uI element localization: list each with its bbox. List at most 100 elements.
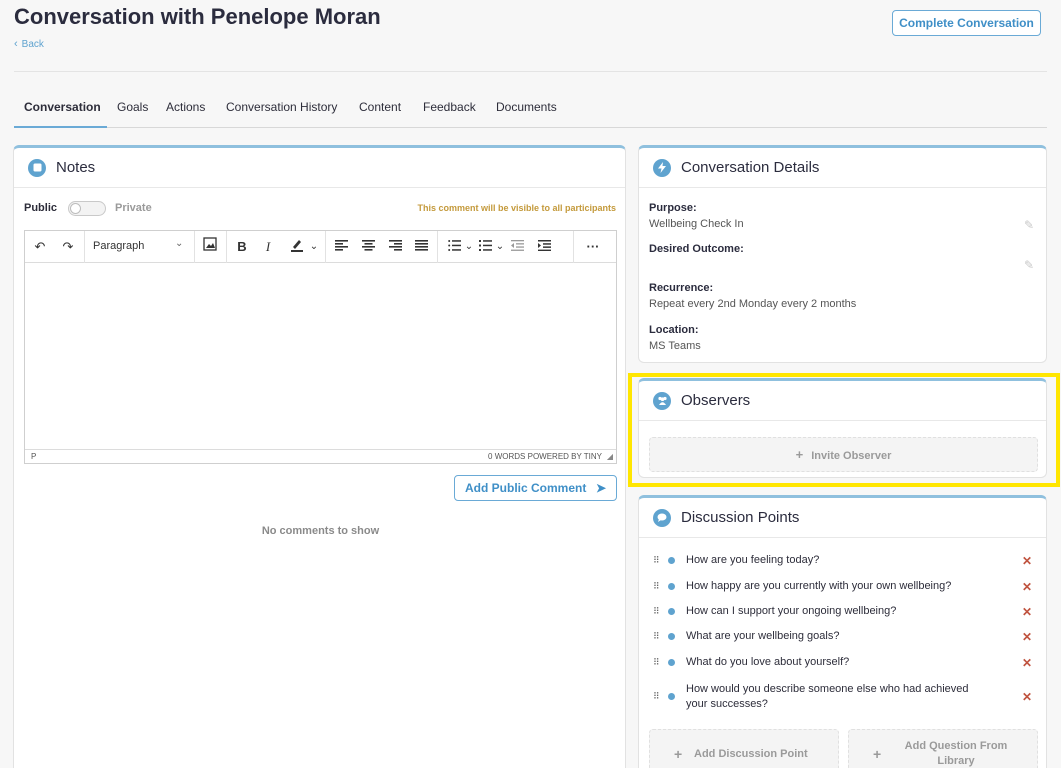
toolbar-divider xyxy=(84,231,85,263)
drag-handle-icon[interactable]: ⠿ xyxy=(653,631,660,642)
word-count-label: 0 WORDS xyxy=(488,452,526,461)
location-value: MS Teams xyxy=(649,340,701,352)
add-comment-label: Add Public Comment xyxy=(465,481,587,495)
edit-desired-outcome-icon[interactable]: ✎ xyxy=(1024,258,1034,272)
discussion-point-text: What are your wellbeing goals? xyxy=(686,630,840,642)
private-label: Private xyxy=(115,202,152,214)
discussion-point-text: How are you feeling today? xyxy=(686,554,820,566)
tab-actions[interactable]: Actions xyxy=(166,100,205,114)
purpose-value: Wellbeing Check In xyxy=(649,218,744,230)
align-left-icon[interactable] xyxy=(332,237,350,257)
undo-icon[interactable]: ↶ xyxy=(31,237,49,257)
back-label: Back xyxy=(21,39,44,50)
chevron-down-icon: ⌄ xyxy=(175,238,184,249)
remove-icon[interactable]: ✕ xyxy=(1022,690,1032,704)
complete-conversation-button[interactable]: Complete Conversation xyxy=(892,10,1041,36)
tab-bar: Conversation Goals Actions Conversation … xyxy=(14,92,1047,128)
toolbar-divider xyxy=(437,231,438,263)
highlight-color-icon[interactable] xyxy=(286,237,308,257)
drag-handle-icon[interactable]: ⠿ xyxy=(653,555,660,566)
location-label: Location: xyxy=(649,324,699,336)
active-tab-indicator xyxy=(14,126,107,128)
editor-toolbar: ↶ ↷ Paragraph ⌄ B I ⌄ ⌄ ⌄ ··· xyxy=(25,231,616,263)
chevron-down-icon[interactable]: ⌄ xyxy=(494,237,506,257)
editor-statusbar: P 0 WORDS POWERED BY TINY ◢ xyxy=(25,449,616,463)
toggle-knob xyxy=(70,203,81,214)
remove-icon[interactable]: ✕ xyxy=(1022,605,1032,619)
drag-handle-icon[interactable]: ⠿ xyxy=(653,657,660,668)
numbered-list-icon[interactable] xyxy=(476,237,494,257)
details-header: Conversation Details xyxy=(639,148,1046,188)
plus-icon: + xyxy=(674,746,683,762)
powered-by-label: POWERED BY TINY xyxy=(527,452,602,461)
bullet-dot xyxy=(668,608,675,615)
discussion-points-panel: Discussion Points ⠿ How are you feeling … xyxy=(638,495,1047,768)
notes-header: Notes xyxy=(14,148,625,188)
add-discussion-point-button[interactable]: + Add Discussion Point xyxy=(649,729,839,768)
align-center-icon[interactable] xyxy=(359,237,377,257)
add-discussion-point-label: Add Discussion Point xyxy=(694,748,808,760)
notes-title: Notes xyxy=(56,159,96,176)
chat-bubble-icon xyxy=(653,508,671,527)
tab-feedback[interactable]: Feedback xyxy=(423,100,476,114)
visibility-note: This comment will be visible to all part… xyxy=(417,203,616,213)
editor-content-area[interactable] xyxy=(25,263,616,449)
drag-handle-icon[interactable]: ⠿ xyxy=(653,606,660,617)
rich-text-editor: ↶ ↷ Paragraph ⌄ B I ⌄ ⌄ ⌄ ··· P 0 WORDS … xyxy=(24,230,617,464)
tab-conversation[interactable]: Conversation xyxy=(24,100,101,114)
tab-goals[interactable]: Goals xyxy=(117,100,148,114)
align-justify-icon[interactable] xyxy=(412,237,430,257)
details-title: Conversation Details xyxy=(681,159,820,176)
insert-image-icon[interactable] xyxy=(200,237,220,257)
italic-icon[interactable]: I xyxy=(259,237,277,257)
bullet-dot xyxy=(668,583,675,590)
word-count: 0 WORDS POWERED BY TINY xyxy=(488,452,602,461)
toolbar-divider xyxy=(194,231,195,263)
toolbar-divider xyxy=(325,231,326,263)
align-right-icon[interactable] xyxy=(386,237,404,257)
recurrence-value: Repeat every 2nd Monday every 2 months xyxy=(649,298,857,310)
lightning-icon xyxy=(653,158,671,177)
discussion-point-text: How would you describe someone else who … xyxy=(686,683,969,710)
discussion-point-text: What do you love about yourself? xyxy=(686,656,850,668)
discussion-header: Discussion Points xyxy=(639,498,1046,538)
desired-outcome-label: Desired Outcome: xyxy=(649,243,744,255)
back-link[interactable]: ‹ Back xyxy=(14,38,44,50)
bullet-list-icon[interactable] xyxy=(445,237,463,257)
element-path: P xyxy=(31,452,37,461)
tab-conversation-history[interactable]: Conversation History xyxy=(226,100,337,114)
bullet-dot xyxy=(668,557,675,564)
edit-purpose-icon[interactable]: ✎ xyxy=(1024,218,1034,232)
empty-comments-message: No comments to show xyxy=(261,525,380,537)
add-question-from-library-button[interactable]: + Add Question From Library xyxy=(848,729,1038,768)
remove-icon[interactable]: ✕ xyxy=(1022,630,1032,644)
purpose-label: Purpose: xyxy=(649,202,697,214)
remove-icon[interactable]: ✕ xyxy=(1022,656,1032,670)
indent-icon[interactable] xyxy=(535,237,553,257)
add-question-from-library-label: Add Question From Library xyxy=(904,740,1008,767)
toolbar-divider xyxy=(573,231,574,263)
observers-highlight-frame xyxy=(628,373,1060,487)
add-public-comment-button[interactable]: Add Public Comment ➤ xyxy=(454,475,617,501)
conversation-details-panel: Conversation Details Purpose: Wellbeing … xyxy=(638,145,1047,363)
outdent-icon[interactable] xyxy=(508,237,526,257)
bold-icon[interactable]: B xyxy=(233,237,251,257)
more-options-icon[interactable]: ··· xyxy=(583,237,603,257)
tab-documents[interactable]: Documents xyxy=(496,100,557,114)
remove-icon[interactable]: ✕ xyxy=(1022,580,1032,594)
chevron-down-icon[interactable]: ⌄ xyxy=(308,237,320,257)
drag-handle-icon[interactable]: ⠿ xyxy=(653,691,660,702)
visibility-toggle[interactable] xyxy=(68,201,106,216)
send-icon: ➤ xyxy=(595,481,606,495)
drag-handle-icon[interactable]: ⠿ xyxy=(653,581,660,592)
chevron-left-icon: ‹ xyxy=(14,38,18,50)
redo-icon[interactable]: ↷ xyxy=(59,237,77,257)
block-format-select[interactable]: Paragraph xyxy=(93,240,144,252)
recurrence-label: Recurrence: xyxy=(649,282,714,294)
resize-handle-icon[interactable]: ◢ xyxy=(607,452,613,461)
remove-icon[interactable]: ✕ xyxy=(1022,554,1032,568)
tab-content[interactable]: Content xyxy=(359,100,401,114)
page-title: Conversation with Penelope Moran xyxy=(14,4,381,29)
chevron-down-icon[interactable]: ⌄ xyxy=(463,237,475,257)
toolbar-divider xyxy=(226,231,227,263)
